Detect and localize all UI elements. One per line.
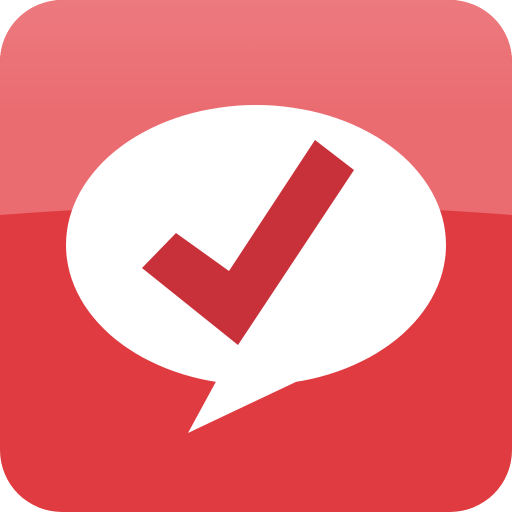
app-icon[interactable] <box>0 0 512 512</box>
icon-gloss-sheen <box>0 0 512 120</box>
app-icon-graphic <box>0 0 512 512</box>
